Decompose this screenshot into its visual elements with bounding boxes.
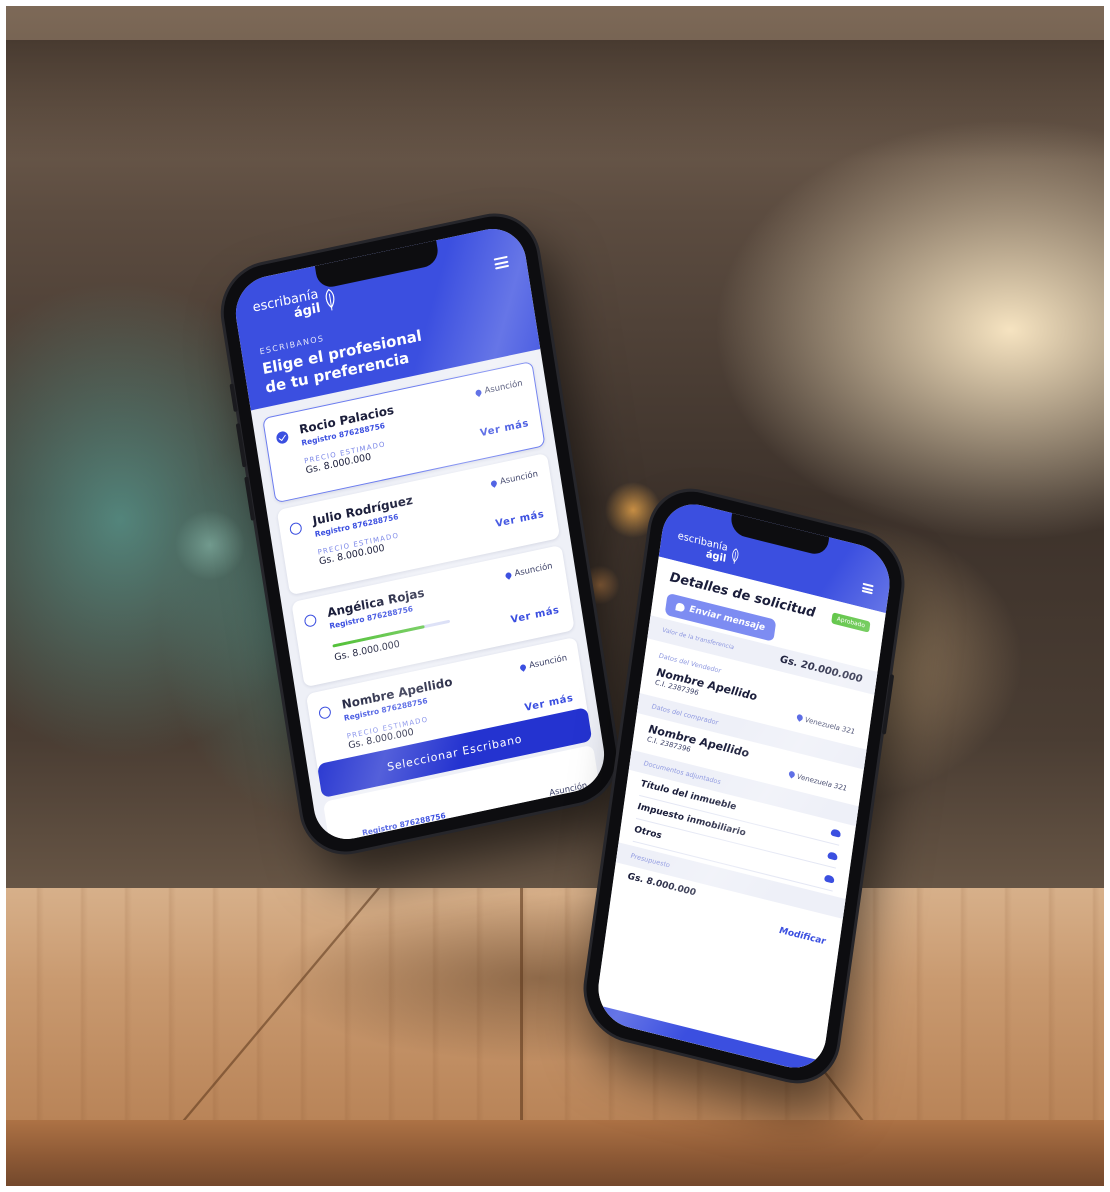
cloud-download-icon[interactable]: [824, 873, 835, 884]
radio-button[interactable]: [289, 521, 303, 536]
transfer-label: Valor de la transferencia: [661, 626, 735, 652]
menu-icon[interactable]: [493, 255, 510, 270]
menu-icon[interactable]: [861, 582, 874, 595]
location-pin-icon: [519, 663, 528, 672]
location-pin-icon: [795, 713, 805, 722]
status-badge: Aprobado: [831, 612, 871, 633]
document-name: Otros: [633, 824, 663, 842]
radio-button[interactable]: [303, 613, 318, 628]
plank-seam: [520, 888, 523, 1120]
wooden-table-edge: [0, 1120, 1110, 1192]
registry-number: Registro 876288756: [361, 810, 447, 838]
wooden-table-top: [0, 888, 1110, 1120]
cloud-download-icon[interactable]: [827, 850, 838, 861]
brand-logo[interactable]: escribanía ágil: [252, 284, 339, 329]
location-pin-icon: [474, 388, 484, 397]
ceiling-shadow: [0, 40, 1110, 160]
cloud-download-icon[interactable]: [830, 827, 842, 838]
location-text: Asunción: [548, 780, 589, 799]
chat-icon: [675, 602, 686, 613]
radio-button[interactable]: [318, 705, 332, 720]
selected-check-icon[interactable]: [275, 430, 290, 445]
feather-icon: [325, 288, 335, 311]
feather-icon: [732, 548, 739, 565]
location-pin-icon: [504, 571, 513, 580]
product-mockup-scene: escribanía ágil ESCRIBANOS Elige el prof…: [0, 0, 1110, 1192]
transfer-value: Gs. 20.000.000: [779, 654, 864, 686]
detail-body: Detalles de solicitud Aprobado Enviar me…: [593, 556, 886, 1076]
location-pin-icon: [490, 479, 499, 488]
location-pin-icon: [787, 770, 797, 779]
